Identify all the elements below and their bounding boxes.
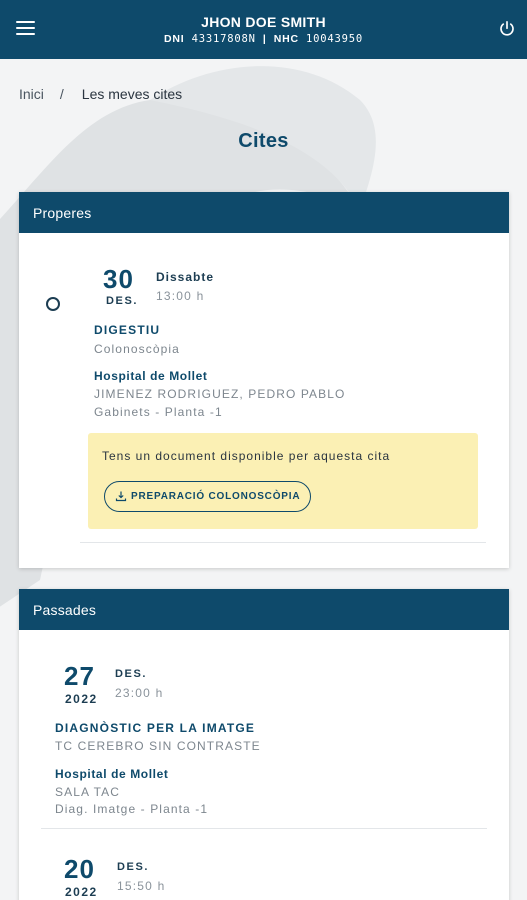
nhc-label: NHC [273,33,299,45]
patient-name: JHON DOE SMITH [201,14,326,30]
past-appointment-year: 2022 [65,885,98,899]
appointment-location: Gabinets - Planta -1 [94,405,223,419]
page-title: Cites [238,130,289,152]
document-notice: Tens un document disponible per aquesta … [88,433,478,529]
patient-ids: DNI 43317808N | NHC 10043950 [0,33,527,45]
appointment-select-radio[interactable] [46,297,60,311]
past-appointment-month: DES. [115,668,148,680]
id-separator: | [262,33,267,45]
past-appointment-year: 2022 [65,692,98,706]
appointment-month: DES. [106,295,139,307]
past-section-header: Passades [19,589,509,630]
upcoming-section-header: Properes [19,192,509,233]
download-document-label: PREPARACIÓ COLONOSCÒPIA [131,491,301,502]
breadcrumb-separator: / [59,86,64,102]
download-icon [115,491,127,502]
past-appointment-day: 20 [64,854,95,884]
past-appointment-time: 23:00 h [115,686,164,700]
past-appointment-time: 15:50 h [117,879,166,893]
appointment-doctor: JIMENEZ RODRIGUEZ, PEDRO PABLO [94,387,346,401]
appointment-divider [80,542,486,543]
appointment-service: DIGESTIU [94,323,161,337]
past-appointments-card: Passades 27 2022 DES. 23:00 h DIAGNÒSTIC… [19,589,509,900]
breadcrumb-current: Les meves cites [81,86,183,102]
past-appointment-procedure: TC CEREBRO SIN CONTRASTE [55,739,261,753]
past-appointment-service: DIAGNÒSTIC PER LA IMATGE [55,721,256,735]
breadcrumb-home-link[interactable]: Inici [19,86,44,102]
past-appointment-hospital: Hospital de Mollet [55,767,169,781]
past-appointment-divider [41,828,487,829]
appointment-procedure: Colonoscòpia [94,342,180,356]
dni-label: DNI [164,33,185,45]
dni-value: 43317808N [191,33,256,45]
nhc-value: 10043950 [306,33,363,45]
breadcrumb: Inici / Les meves cites [19,86,182,102]
past-appointment-room: SALA TAC [55,785,121,799]
appointment-hospital: Hospital de Mollet [94,369,208,383]
power-icon[interactable] [498,20,516,38]
download-document-button[interactable]: PREPARACIÓ COLONOSCÒPIA [104,481,312,512]
top-app-bar: JHON DOE SMITH DNI 43317808N | NHC 10043… [0,0,527,59]
appointment-day: 30 [103,264,134,294]
past-appointment-month: DES. [117,861,150,873]
appointment-time: 13:00 h [156,289,205,303]
appointment-weekday: Dissabte [156,270,215,284]
past-appointment-day: 27 [64,661,95,691]
past-appointment-location: Diag. Imatge - Planta -1 [55,802,209,816]
document-notice-text: Tens un document disponible per aquesta … [102,449,391,463]
upcoming-appointments-card: Properes 30 DES. Dissabte 13:00 h DIGEST… [19,192,509,568]
